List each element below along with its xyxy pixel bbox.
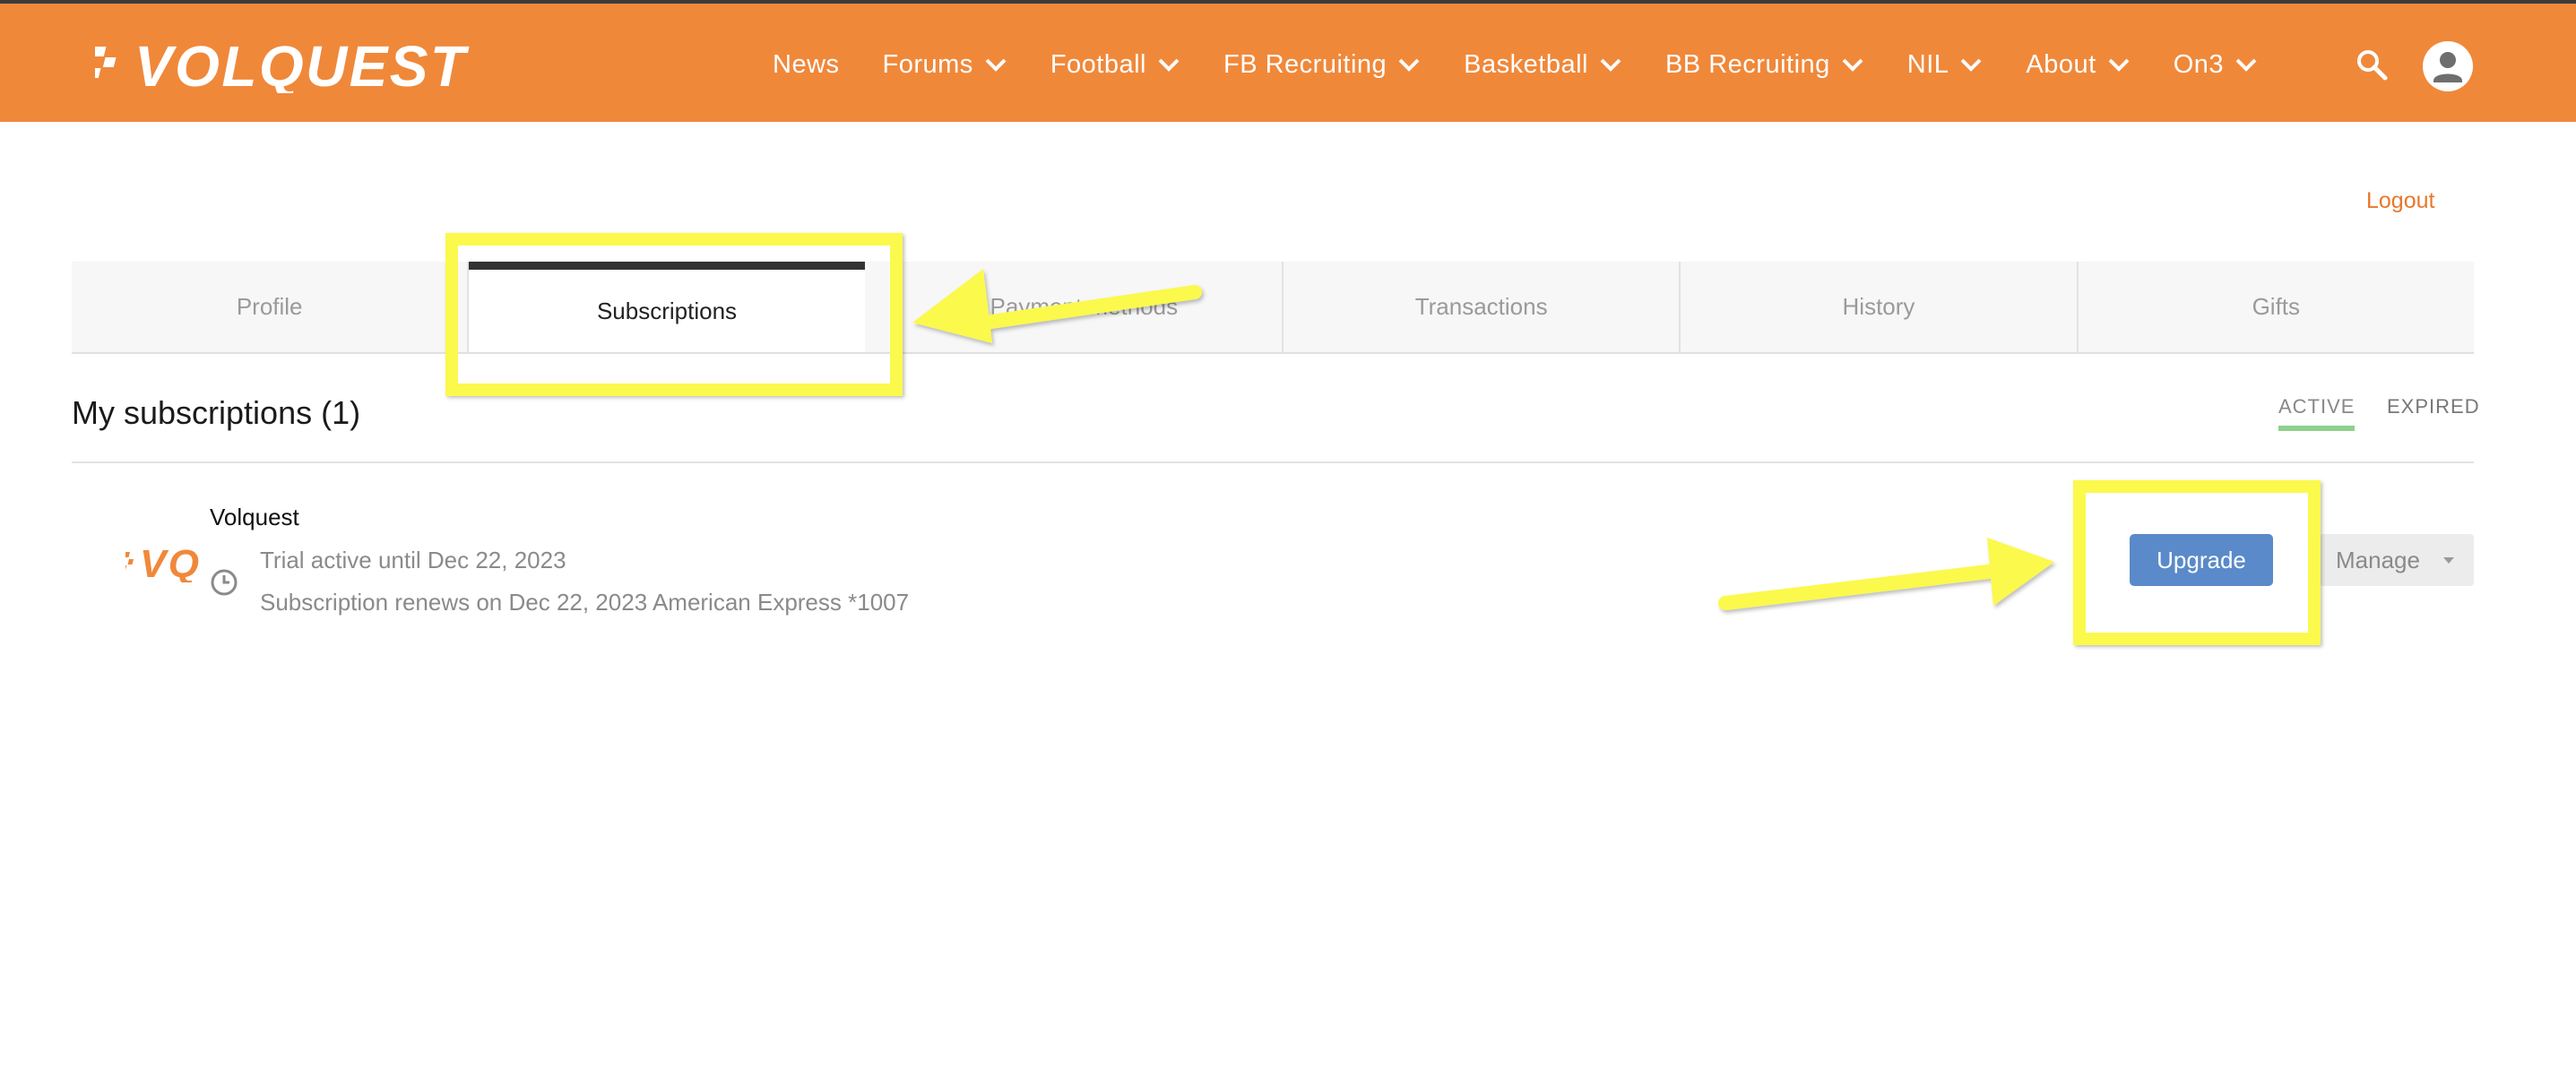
top-navbar: VOLQUEST News Forums Football FB Recruit… bbox=[0, 0, 2576, 122]
caret-down-icon bbox=[2443, 557, 2454, 564]
nav-forums[interactable]: Forums bbox=[883, 50, 1007, 80]
nav-basketball[interactable]: Basketball bbox=[1464, 50, 1622, 80]
chevron-down-icon bbox=[2108, 58, 2130, 72]
user-avatar-icon bbox=[2433, 52, 2462, 82]
volquest-vq-logo: VQ bbox=[125, 542, 199, 582]
chevron-down-icon bbox=[1600, 58, 1621, 72]
divider bbox=[72, 461, 2474, 463]
nav-about[interactable]: About bbox=[2026, 50, 2130, 80]
nav-label: News bbox=[773, 49, 840, 79]
trial-status-text: Trial active until Dec 22, 2023 bbox=[260, 547, 566, 573]
nav-label: Basketball bbox=[1464, 49, 1588, 79]
renewal-text: Subscription renews on Dec 22, 2023 Amer… bbox=[260, 589, 910, 616]
chevron-down-icon bbox=[985, 58, 1007, 72]
arrow-pointing-to-upgrade-button bbox=[1718, 538, 2054, 610]
filter-expired[interactable]: EXPIRED bbox=[2387, 395, 2480, 418]
manage-label: Manage bbox=[2336, 546, 2420, 573]
main-nav: News Forums Football FB Recruiting Baske… bbox=[773, 4, 2301, 125]
nav-label: Football bbox=[1050, 49, 1146, 79]
chevron-down-icon bbox=[1842, 58, 1863, 72]
nav-bb-recruiting[interactable]: BB Recruiting bbox=[1665, 50, 1864, 80]
clock-icon bbox=[211, 569, 238, 596]
logout-link[interactable]: Logout bbox=[2366, 188, 2434, 214]
filter-active[interactable]: ACTIVE bbox=[2278, 395, 2356, 431]
nav-fb-recruiting[interactable]: FB Recruiting bbox=[1223, 50, 1421, 80]
chevron-down-icon bbox=[1158, 58, 1180, 72]
nav-label: FB Recruiting bbox=[1223, 49, 1387, 79]
chevron-down-icon bbox=[1398, 58, 1420, 72]
search-icon[interactable] bbox=[2354, 47, 2390, 82]
nav-label: Forums bbox=[882, 49, 973, 79]
chevron-down-icon bbox=[1961, 58, 1982, 72]
volquest-logo[interactable]: VOLQUEST bbox=[95, 34, 471, 93]
manage-dropdown-button[interactable]: Manage bbox=[2320, 534, 2474, 586]
nav-label: About bbox=[2026, 49, 2096, 79]
nav-label: NIL bbox=[1906, 49, 1949, 79]
account-tabs: Profile Subscriptions Payment methods Tr… bbox=[72, 262, 2474, 354]
tab-profile[interactable]: Profile bbox=[72, 262, 470, 352]
subscription-name: Volquest bbox=[210, 504, 299, 530]
nav-football[interactable]: Football bbox=[1050, 50, 1180, 80]
highlight-box-upgrade-button bbox=[2073, 480, 2321, 645]
nav-nil[interactable]: NIL bbox=[1907, 50, 1984, 80]
tab-transactions[interactable]: Transactions bbox=[1284, 262, 1681, 352]
chevron-down-icon bbox=[2235, 58, 2257, 72]
account-avatar-button[interactable] bbox=[2423, 41, 2473, 91]
tab-history[interactable]: History bbox=[1681, 262, 2079, 352]
nav-label: BB Recruiting bbox=[1664, 49, 1830, 79]
highlight-box-subscriptions-tab bbox=[445, 233, 903, 396]
nav-on3[interactable]: On3 bbox=[2174, 50, 2258, 80]
tab-gifts[interactable]: Gifts bbox=[2079, 262, 2474, 352]
nav-label: On3 bbox=[2173, 49, 2225, 79]
section-title: My subscriptions (1) bbox=[72, 394, 361, 431]
logo-text: VOLQUEST bbox=[134, 34, 470, 93]
nav-news[interactable]: News bbox=[773, 50, 840, 80]
vq-logo-text: VQ bbox=[140, 542, 199, 582]
tab-payment-methods[interactable]: Payment methods bbox=[886, 262, 1284, 352]
